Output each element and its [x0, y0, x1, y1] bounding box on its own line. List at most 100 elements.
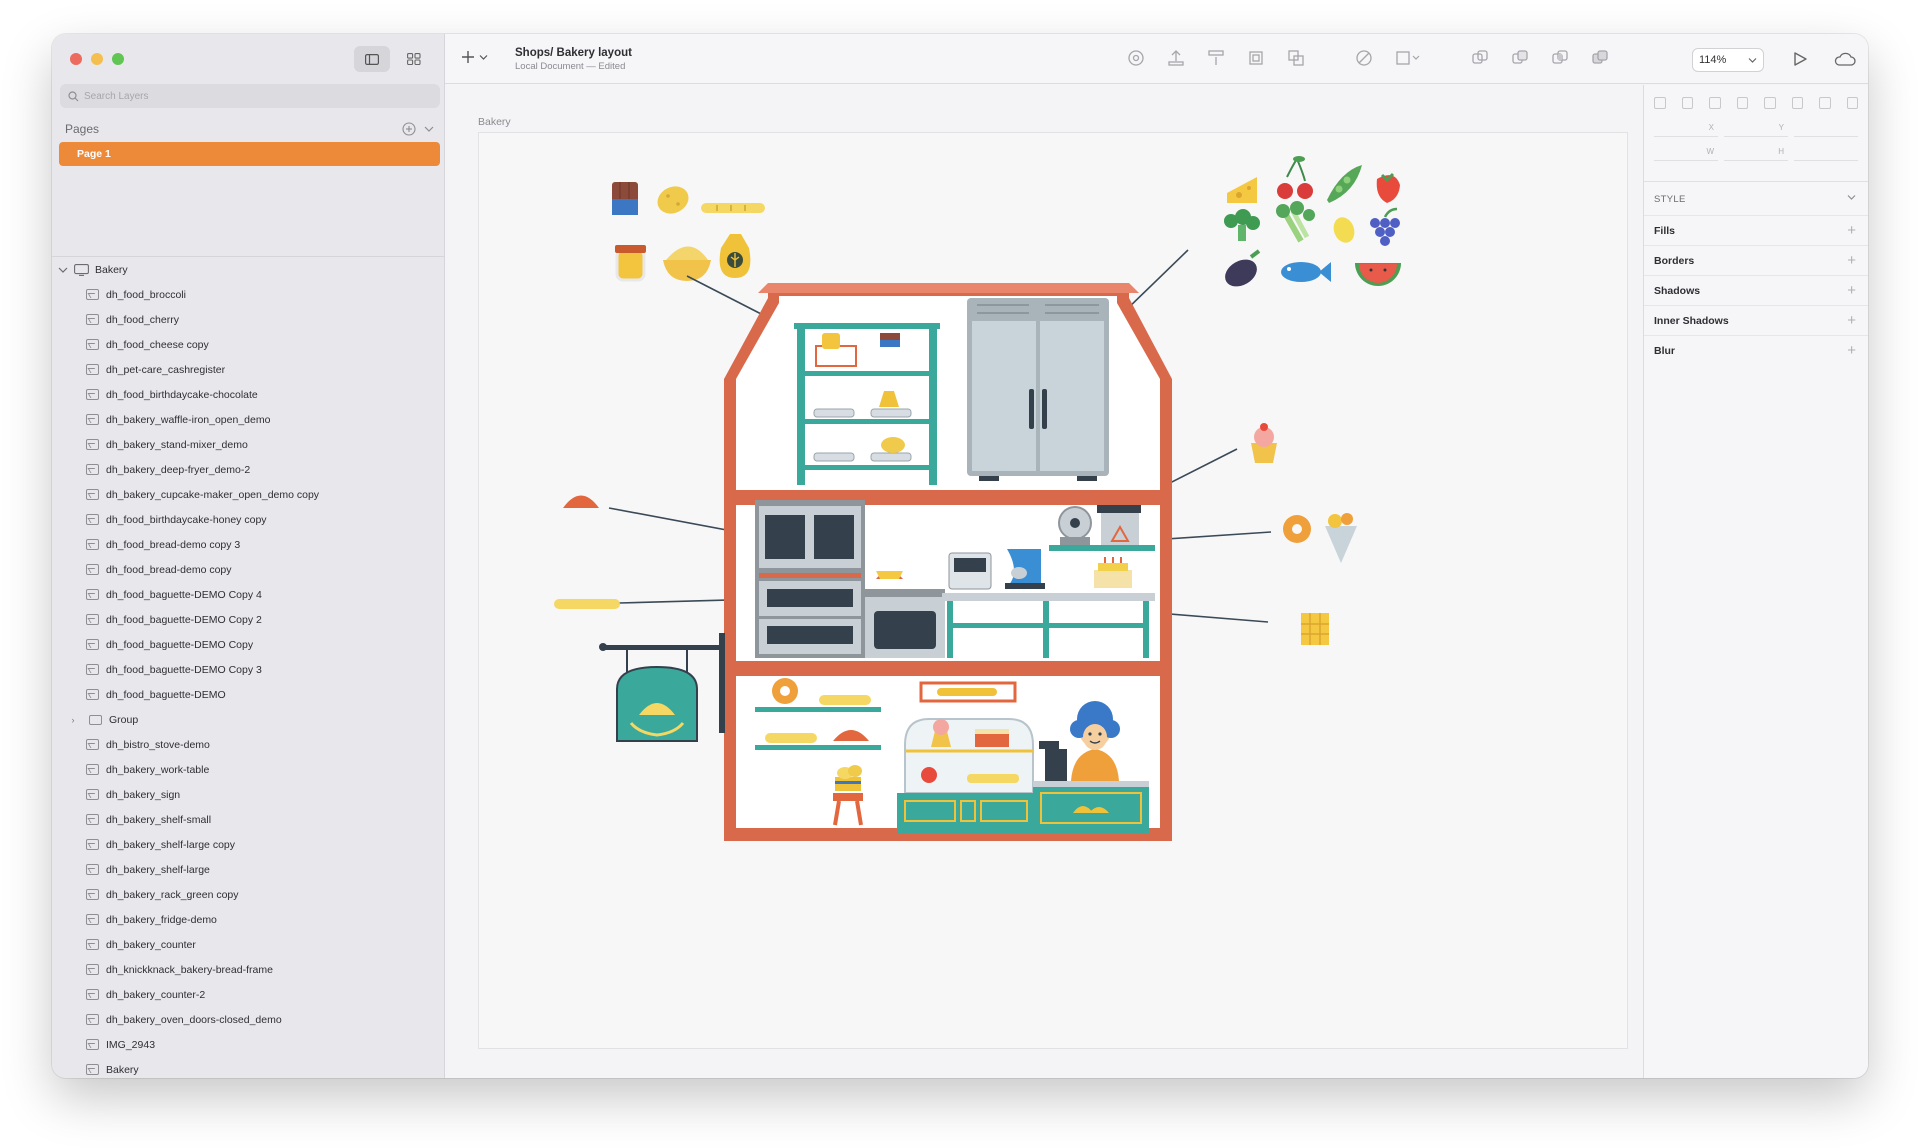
layer-item[interactable]: dh_pet-care_cashregister	[52, 357, 444, 382]
subtract-icon[interactable]	[1511, 49, 1529, 67]
distribute-vertical-icon[interactable]	[1681, 97, 1693, 109]
layers-view-button[interactable]	[354, 46, 390, 72]
flip-field[interactable]	[1794, 143, 1858, 161]
difference-icon[interactable]	[1591, 49, 1609, 67]
layer-item[interactable]: dh_bakery_counter-2	[52, 982, 444, 1007]
layer-item[interactable]: dh_food_birthdaycake-chocolate	[52, 382, 444, 407]
chevron-down-icon[interactable]	[424, 125, 434, 133]
layer-item[interactable]: dh_food_baguette-DEMO Copy	[52, 632, 444, 657]
layer-label: dh_food_bread-demo copy 3	[106, 538, 241, 551]
layer-item[interactable]: dh_bakery_counter	[52, 932, 444, 957]
layer-item[interactable]: dh_bakery_oven_doors-closed_demo	[52, 1007, 444, 1032]
layer-item[interactable]: dh_bakery_fridge-demo	[52, 907, 444, 932]
y-field[interactable]: Y	[1724, 119, 1788, 137]
group-icon[interactable]	[1287, 49, 1305, 67]
layer-item[interactable]: dh_bakery_shelf-large copy	[52, 832, 444, 857]
layer-item[interactable]: dh_food_baguette-DEMO Copy 3	[52, 657, 444, 682]
style-property-fills[interactable]: Fills +	[1644, 215, 1868, 245]
layer-item[interactable]: dh_bakery_shelf-small	[52, 807, 444, 832]
style-property-blur[interactable]: Blur +	[1644, 335, 1868, 365]
add-icon[interactable]: +	[1847, 282, 1856, 299]
layer-item[interactable]: Bakery	[52, 1057, 444, 1078]
layer-item[interactable]: dh_food_cheese copy	[52, 332, 444, 357]
layer-item[interactable]: dh_bakery_sign	[52, 782, 444, 807]
layer-item[interactable]: dh_food_cherry	[52, 307, 444, 332]
layer-item[interactable]: dh_food_baguette-DEMO Copy 4	[52, 582, 444, 607]
layer-item[interactable]: dh_bakery_rack_green copy	[52, 882, 444, 907]
eggplant-icon	[1225, 249, 1261, 287]
style-property-shadows[interactable]: Shadows +	[1644, 275, 1868, 305]
layer-item[interactable]: dh_bistro_stove-demo	[52, 732, 444, 757]
align-middle-icon[interactable]	[1819, 97, 1831, 109]
layer-item[interactable]: IMG_2943	[52, 1032, 444, 1057]
artboard-label[interactable]: Bakery	[478, 116, 511, 128]
layer-item[interactable]: dh_food_bread-demo copy 3	[52, 532, 444, 557]
layer-item[interactable]: dh_food_baguette-DEMO Copy 2	[52, 607, 444, 632]
chevron-down-icon	[1748, 57, 1757, 63]
canvas[interactable]: Bakery	[445, 85, 1643, 1078]
artboard-layer-bakery[interactable]: Bakery	[58, 260, 128, 280]
image-icon	[86, 814, 99, 825]
layer-item[interactable]: dh_bakery_cupcake-maker_open_demo copy	[52, 482, 444, 507]
chevron-down-icon[interactable]	[58, 266, 68, 274]
add-page-icon[interactable]	[402, 122, 418, 136]
intersect-icon[interactable]	[1551, 49, 1569, 67]
layer-item[interactable]: dh_bakery_waffle-iron_open_demo	[52, 407, 444, 432]
align-right-icon[interactable]	[1764, 97, 1776, 109]
distribute-horizontal-icon[interactable]	[1654, 97, 1666, 109]
components-view-button[interactable]	[396, 46, 432, 72]
mask-icon[interactable]	[1355, 49, 1373, 67]
height-field[interactable]: H	[1724, 143, 1788, 161]
add-icon[interactable]: +	[1847, 222, 1856, 239]
position-size-fields: X Y W H	[1644, 109, 1868, 171]
layer-item[interactable]: dh_bakery_shelf-large	[52, 857, 444, 882]
zoom-select[interactable]: 114%	[1692, 48, 1764, 72]
layer-item[interactable]: dh_bakery_stand-mixer_demo	[52, 432, 444, 457]
toolbar-right-actions: 1	[1792, 48, 1868, 70]
close-window-button[interactable]	[70, 53, 82, 65]
layer-item[interactable]: dh_bakery_deep-fryer_demo-2	[52, 457, 444, 482]
width-field[interactable]: W	[1654, 143, 1718, 161]
style-property-borders[interactable]: Borders +	[1644, 245, 1868, 275]
cloud-icon[interactable]	[1834, 51, 1856, 67]
page-item-page-1[interactable]: Page 1	[59, 142, 440, 166]
minimize-window-button[interactable]	[91, 53, 103, 65]
style-property-inner-shadows[interactable]: Inner Shadows +	[1644, 305, 1868, 335]
add-icon[interactable]: +	[1847, 342, 1856, 359]
tidy-icon[interactable]	[1207, 49, 1225, 67]
align-bottom-icon[interactable]	[1846, 97, 1858, 109]
scale-icon[interactable]	[1395, 49, 1421, 67]
layer-item[interactable]: dh_food_bread-demo copy	[52, 557, 444, 582]
symbol-icon[interactable]	[1127, 49, 1145, 67]
image-icon	[86, 989, 99, 1000]
layer-item[interactable]: dh_bakery_work-table	[52, 757, 444, 782]
align-left-icon[interactable]	[1709, 97, 1721, 109]
layer-item[interactable]: dh_food_broccoli	[52, 282, 444, 307]
rotation-field[interactable]	[1794, 119, 1858, 137]
play-icon[interactable]	[1792, 51, 1808, 67]
chevron-right-icon[interactable]: ›	[68, 715, 78, 725]
toolbar-actions	[1127, 49, 1609, 67]
frame-icon[interactable]	[1247, 49, 1265, 67]
align-center-icon[interactable]	[1736, 97, 1748, 109]
export-icon[interactable]	[1167, 49, 1185, 67]
insert-button[interactable]	[461, 50, 488, 64]
zoom-window-button[interactable]	[112, 53, 124, 65]
layer-item[interactable]: dh_food_baguette-DEMO	[52, 682, 444, 707]
search-layers-input[interactable]: Search Layers	[60, 84, 440, 108]
layer-item[interactable]: dh_food_birthdaycake-honey copy	[52, 507, 444, 532]
pea-pod-icon	[1327, 165, 1362, 203]
pages-header: Pages	[65, 122, 434, 136]
x-field[interactable]: X	[1654, 119, 1718, 137]
artboard-bakery[interactable]	[478, 132, 1628, 1049]
add-icon[interactable]: +	[1847, 252, 1856, 269]
add-icon[interactable]: +	[1847, 312, 1856, 329]
layer-item[interactable]: dh_knickknack_bakery-bread-frame	[52, 957, 444, 982]
union-icon[interactable]	[1471, 49, 1489, 67]
flour-bowl-icon	[663, 246, 711, 281]
fridge	[967, 298, 1109, 481]
layer-label: dh_food_baguette-DEMO Copy 3	[106, 663, 262, 676]
align-top-icon[interactable]	[1791, 97, 1803, 109]
layer-group[interactable]: › Group	[52, 707, 444, 732]
style-section-header[interactable]: STYLE	[1644, 181, 1868, 215]
